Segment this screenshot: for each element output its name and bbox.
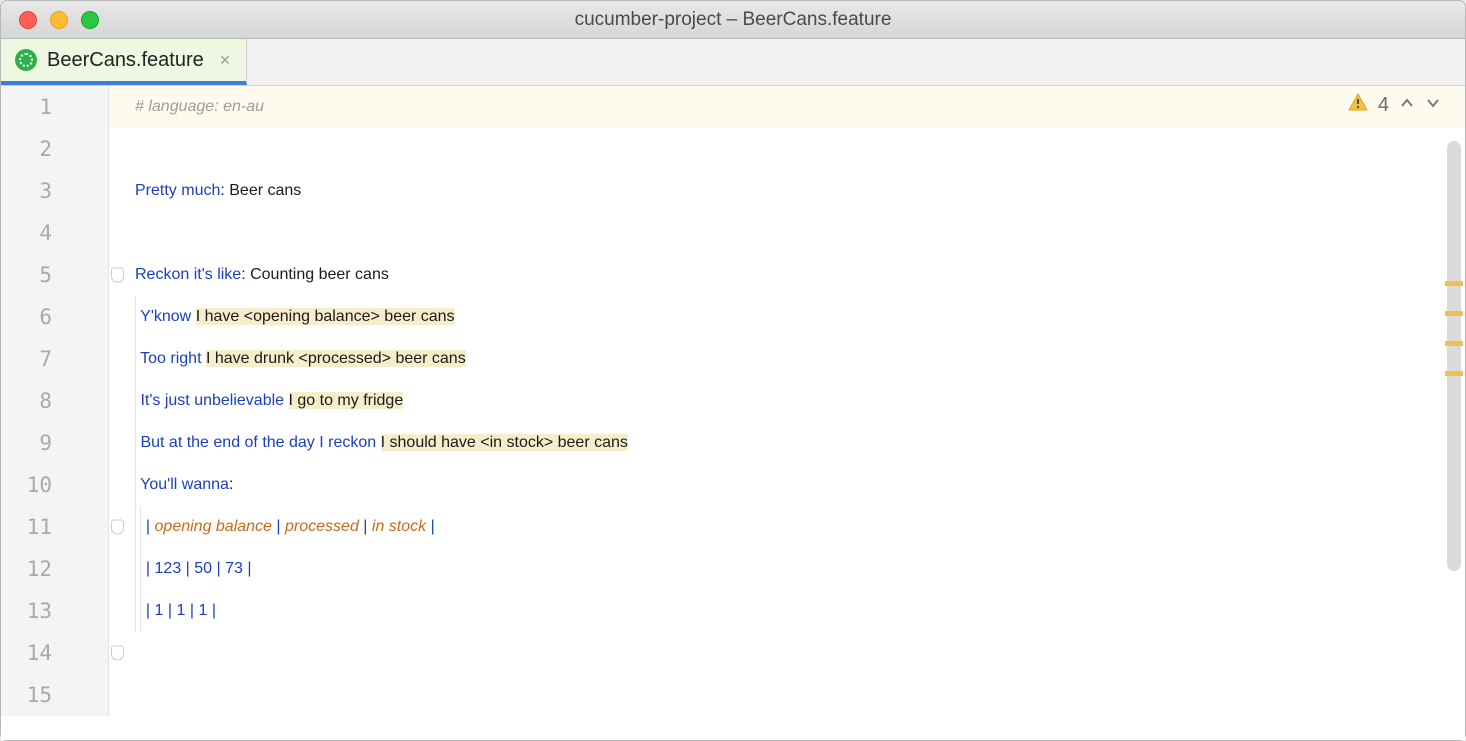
close-window-button[interactable]	[19, 11, 37, 29]
line-number[interactable]: 2	[1, 128, 109, 170]
line-number[interactable]: 6	[1, 296, 109, 338]
line-number[interactable]: 13	[1, 590, 109, 632]
editor-tabs: BeerCans.feature ×	[1, 39, 1465, 86]
keyword-and: Too right	[140, 350, 201, 367]
keyword-given: Y'know	[140, 308, 191, 325]
chevron-up-icon[interactable]	[1399, 94, 1415, 117]
step-text: I have <opening balance> beer cans	[196, 308, 455, 325]
line-number[interactable]: 10	[1, 464, 109, 506]
step-text: I go to my fridge	[289, 392, 404, 409]
minimize-window-button[interactable]	[50, 11, 68, 29]
window-title: cucumber-project – BeerCans.feature	[1, 9, 1465, 31]
keyword-examples: You'll wanna	[140, 476, 229, 493]
warning-marker[interactable]	[1445, 371, 1463, 376]
warning-marker[interactable]	[1445, 341, 1463, 346]
line-number[interactable]: 14	[1, 632, 109, 674]
line-number[interactable]: 1	[1, 86, 109, 128]
line-number[interactable]: 12	[1, 548, 109, 590]
tab-close-icon[interactable]: ×	[220, 50, 231, 71]
step-text: I have drunk <processed> beer cans	[206, 350, 466, 367]
fold-toggle-icon[interactable]	[111, 520, 124, 535]
line-number[interactable]: 5	[1, 254, 109, 296]
line-number[interactable]: 11	[1, 506, 109, 548]
keyword-feature: Pretty much	[135, 182, 220, 199]
line-number[interactable]: 8	[1, 380, 109, 422]
line-number[interactable]: 15	[1, 674, 109, 716]
warning-marker[interactable]	[1445, 281, 1463, 286]
maximize-window-button[interactable]	[81, 11, 99, 29]
tab-beercans-feature[interactable]: BeerCans.feature ×	[1, 39, 247, 85]
step-text: I should have <in stock> beer cans	[381, 434, 628, 451]
line-number[interactable]: 7	[1, 338, 109, 380]
code-comment: # language: en-au	[135, 98, 264, 115]
line-number[interactable]: 9	[1, 422, 109, 464]
inspection-count: 4	[1378, 94, 1389, 117]
keyword-then: But at the end of the day I reckon	[140, 434, 376, 451]
table-header: processed	[285, 518, 359, 535]
chevron-down-icon[interactable]	[1425, 94, 1441, 117]
table-cell: 123	[155, 560, 182, 577]
window-titlebar: cucumber-project – BeerCans.feature	[1, 1, 1465, 39]
cucumber-icon	[15, 49, 37, 71]
table-cell: 1	[176, 602, 185, 619]
inspection-widget[interactable]: 4	[1342, 90, 1447, 120]
table-header: opening balance	[155, 518, 272, 535]
fold-toggle-icon[interactable]	[111, 268, 124, 283]
warning-marker[interactable]	[1445, 311, 1463, 316]
error-stripe[interactable]	[1445, 86, 1463, 740]
table-cell: 73	[225, 560, 243, 577]
line-number[interactable]: 4	[1, 212, 109, 254]
fold-toggle-icon[interactable]	[111, 646, 124, 661]
scrollbar-thumb[interactable]	[1447, 141, 1461, 571]
keyword-when: It's just unbelievable	[140, 392, 284, 409]
table-cell: 1	[198, 602, 207, 619]
tab-label: BeerCans.feature	[47, 49, 204, 72]
line-number[interactable]: 3	[1, 170, 109, 212]
table-header: in stock	[372, 518, 426, 535]
keyword-scenario: Reckon it's like	[135, 266, 241, 283]
table-cell: 1	[155, 602, 164, 619]
traffic-lights	[1, 11, 99, 29]
warning-icon	[1348, 92, 1368, 118]
code-lines: 1 # language: en-au 2 3 Pretty much: Bee…	[1, 86, 1465, 716]
table-cell: 50	[194, 560, 212, 577]
editor-area[interactable]: 1 # language: en-au 2 3 Pretty much: Bee…	[1, 86, 1465, 740]
